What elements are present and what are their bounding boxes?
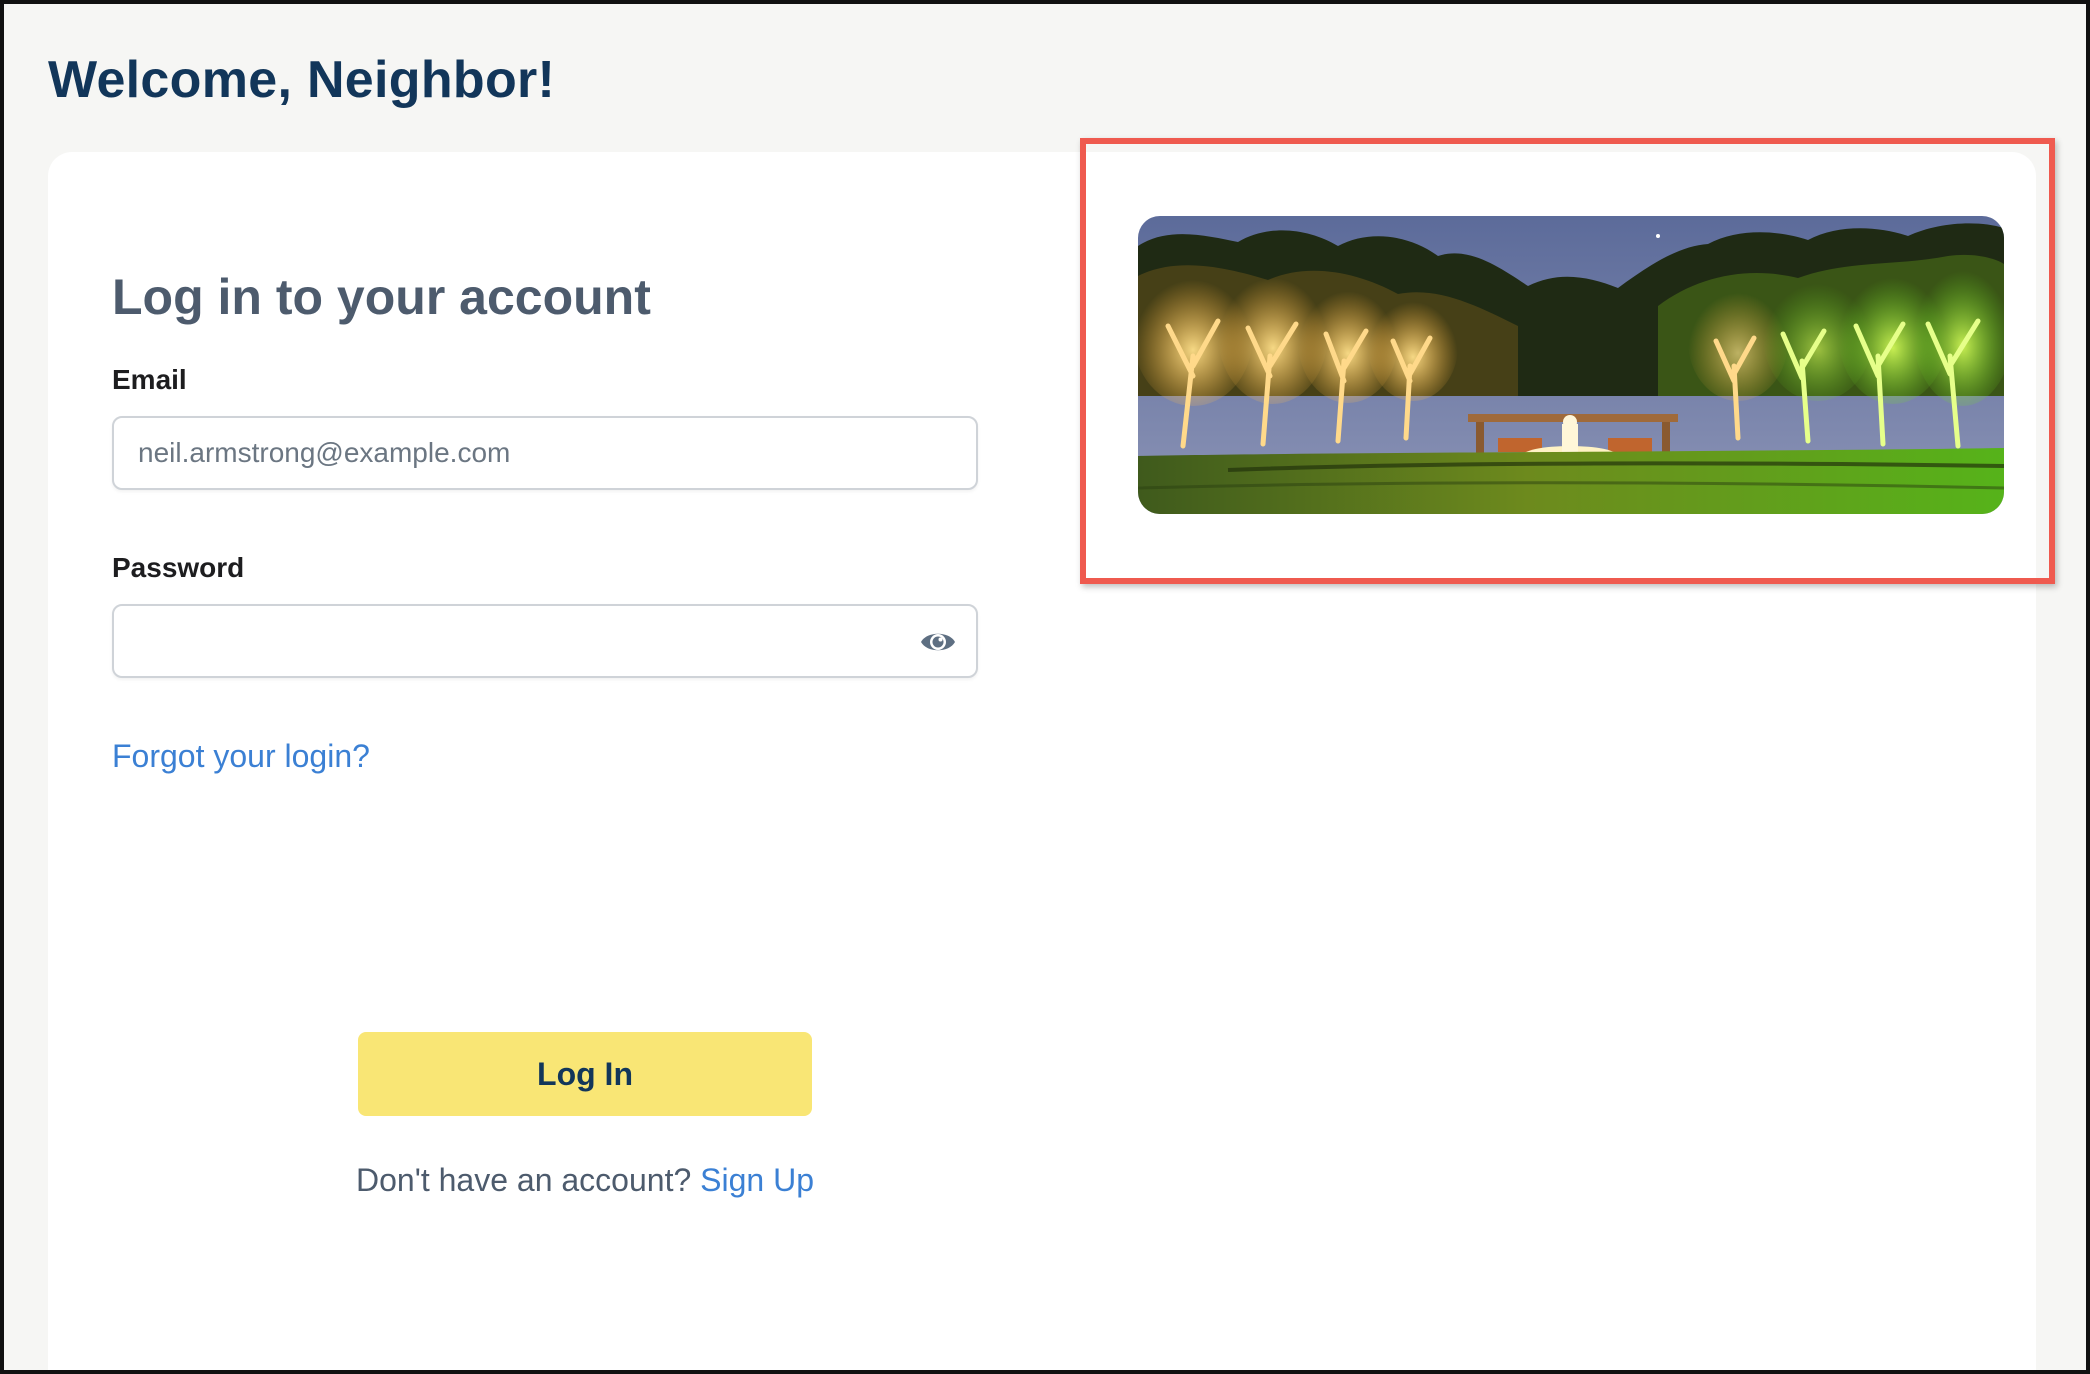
password-label: Password: [112, 552, 245, 583]
signup-row: Don't have an account? Sign Up: [48, 1162, 1122, 1199]
email-input[interactable]: [114, 418, 976, 488]
password-input[interactable]: [114, 606, 976, 676]
email-field-wrapper: [112, 416, 978, 490]
page-heading: Welcome, Neighbor!: [48, 51, 556, 109]
highlight-box: [1080, 138, 2055, 584]
signup-prompt: Don't have an account?: [356, 1162, 692, 1198]
forgot-login-link[interactable]: Forgot your login?: [112, 738, 370, 775]
login-button[interactable]: Log In: [358, 1032, 812, 1116]
email-label: Email: [112, 364, 187, 395]
signup-link[interactable]: Sign Up: [700, 1162, 814, 1198]
eye-icon[interactable]: [918, 624, 958, 660]
login-title: Log in to your account: [112, 269, 651, 325]
password-field-wrapper: [112, 604, 978, 678]
